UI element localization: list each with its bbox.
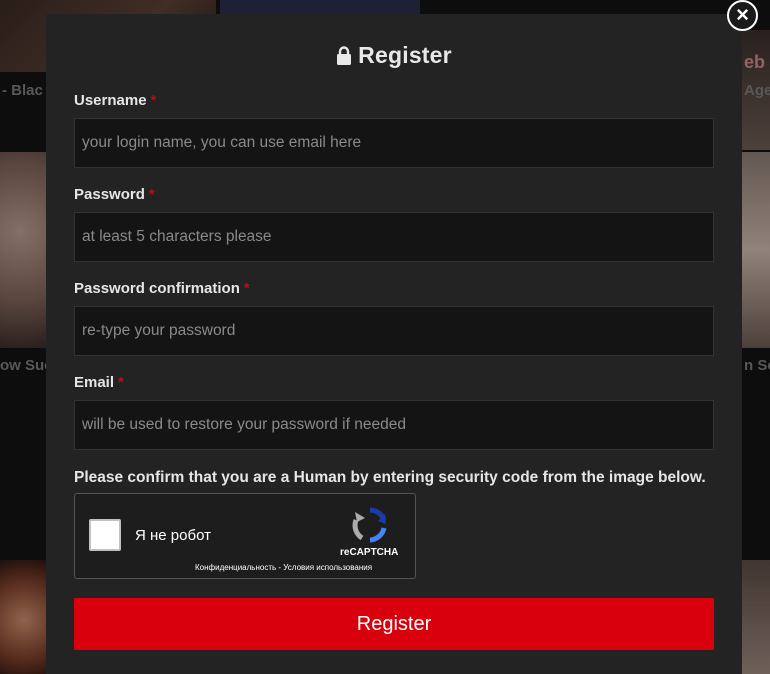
register-button[interactable]: Register	[74, 598, 714, 650]
lock-icon	[337, 46, 352, 65]
username-label: Username *	[74, 92, 157, 109]
recaptcha-brand: reCAPTCHA	[340, 547, 399, 558]
recaptcha-privacy-terms-link[interactable]: Конфиденциальность - Условия использован…	[195, 563, 372, 572]
recaptcha-checkbox[interactable]	[89, 519, 121, 551]
recaptcha-logo-icon	[352, 507, 387, 543]
modal-title-text: Register	[358, 42, 452, 68]
required-marker: *	[118, 374, 124, 391]
recaptcha-label: Я не робот	[135, 527, 211, 544]
required-marker: *	[150, 92, 157, 109]
recaptcha-widget: Я не робот reCAPTCHA Конфиденциальность …	[74, 493, 416, 579]
register-modal: Register Username* Password* Password co…	[46, 14, 742, 674]
username-input[interactable]	[74, 118, 714, 168]
required-marker: *	[243, 280, 250, 297]
password-input[interactable]	[74, 212, 714, 262]
captcha-prompt: Please confirm that you are a Human by e…	[74, 469, 706, 486]
password-confirmation-label: Password confirmation *	[74, 280, 250, 297]
password-confirmation-input[interactable]	[74, 306, 714, 356]
modal-title: Register	[46, 42, 742, 69]
password-label: Password *	[74, 186, 155, 203]
email-input[interactable]	[74, 400, 714, 450]
required-marker: *	[148, 186, 155, 203]
email-label: Email *	[74, 374, 124, 391]
close-icon[interactable]: ×	[727, 0, 758, 31]
